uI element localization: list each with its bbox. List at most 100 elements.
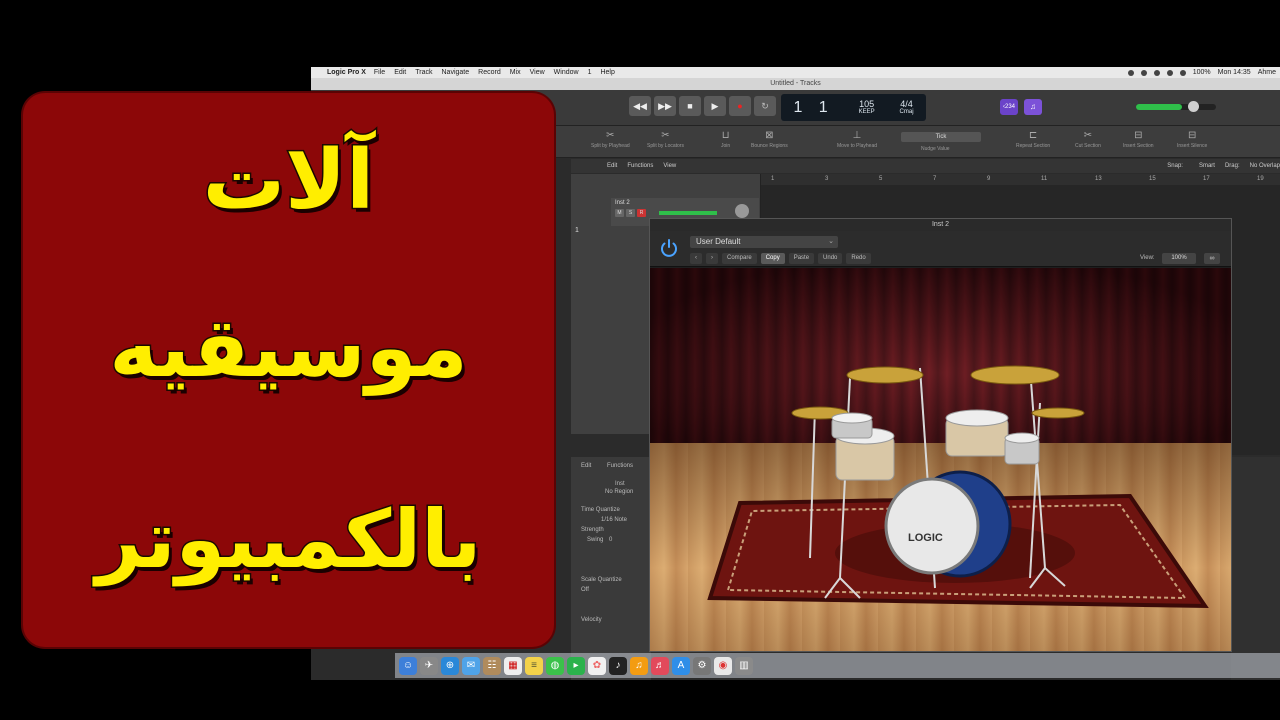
preset-menu[interactable]: User Default ⌄ [690,236,838,248]
ride-cymbal[interactable] [970,365,1060,385]
swing-value[interactable]: 0 [609,537,612,543]
move-icon: ⊥ [852,130,862,141]
move-playhead-tool[interactable]: ⊥ Move to Playhead [837,130,877,149]
menubar-clock[interactable]: Mon 14:35 [1218,69,1251,76]
inspector-functions-menu[interactable]: Functions [607,463,633,469]
lcd-display[interactable]: 1 1 105 KEEP 4/4 Cmaj [781,94,926,121]
stop-button[interactable]: ■ [679,96,701,116]
wifi-icon[interactable] [1153,69,1160,76]
battery-percent[interactable]: 100% [1193,69,1211,76]
repeat-section-tool[interactable]: ⊏ Repeat Section [1016,130,1050,149]
tracks-view-menu[interactable]: View [663,163,676,169]
finder-icon[interactable]: ☺ [399,656,417,675]
record-enable-button[interactable]: R [637,209,646,217]
play-button[interactable]: ▶ [704,96,726,116]
time-quantize-value[interactable]: 1/16 Note [601,517,627,523]
paste-button[interactable]: Paste [788,253,815,264]
prev-preset-button[interactable]: ‹ [690,253,702,264]
redo-button[interactable]: Redo [846,253,871,264]
rewind-button[interactable]: ◀◀ [629,96,651,116]
tool-label: Cut Section [1075,143,1101,149]
master-volume-knob[interactable] [1188,101,1199,112]
timeline-ruler[interactable]: 1 3 5 7 9 11 13 15 17 19 [761,174,1280,185]
nudge-value-tool[interactable]: Nudge Value [921,146,950,152]
split-playhead-tool[interactable]: ✂ Split by Playhead [591,130,630,149]
title-line-3: بالكمبيوتر [94,492,483,588]
power-icon[interactable] [658,237,680,259]
calendar-icon[interactable]: ▦ [504,656,522,675]
master-volume-slider[interactable] [1136,101,1216,112]
splash-cymbal[interactable] [1031,407,1085,419]
mute-button[interactable]: M [615,209,624,217]
forward-button[interactable]: ▶▶ [654,96,676,116]
tool-label: Insert Silence [1177,143,1208,149]
music-icon[interactable]: ♬ [651,656,669,675]
appstore-icon[interactable]: A [672,656,690,675]
photos-icon[interactable]: ✿ [588,656,606,675]
nudge-value-box[interactable]: Tick [901,132,981,142]
notes-icon[interactable]: ≡ [525,656,543,675]
menu-app-name[interactable]: Logic Pro X [327,69,366,76]
next-preset-button[interactable]: › [706,253,718,264]
lcd-tempo-label: KEEP [858,108,875,115]
copy-button[interactable]: Copy [760,253,785,264]
track-pan-knob[interactable] [735,204,749,218]
launchpad-icon[interactable]: ✈ [420,656,438,675]
sync-icon[interactable] [1140,69,1147,76]
mail-icon[interactable]: ✉ [462,656,480,675]
plugin-header: User Default ⌄ ‹ › Compare Copy Paste Un… [650,231,1231,267]
snap-label: Snap: [1167,163,1183,169]
tracks-functions-menu[interactable]: Functions [627,163,653,169]
inspector-edit-menu[interactable]: Edit [581,463,591,469]
editor-area [1231,457,1280,680]
menu-window[interactable]: Window [554,69,579,76]
flag-icon[interactable] [1179,69,1186,76]
solo-button[interactable]: S [626,209,635,217]
menu-edit[interactable]: Edit [394,69,406,76]
tracks-edit-menu[interactable]: Edit [607,163,617,169]
menu-mix[interactable]: Mix [510,69,521,76]
record-status-icon[interactable] [1127,69,1134,76]
menu-record[interactable]: Record [478,69,501,76]
logic-icon[interactable]: ♪ [609,656,627,675]
insert-silence-tool[interactable]: ⊟ Insert Silence [1177,130,1207,149]
insert-section-tool[interactable]: ⊟ Insert Section [1123,130,1154,149]
bounce-regions-tool[interactable]: ⊠ Bounce Regions [751,130,788,149]
drag-value[interactable]: No Overlap [1250,163,1280,169]
inspector-region: Inst [615,481,625,487]
undo-button[interactable]: Undo [818,253,843,264]
zoom-select[interactable]: 100% [1162,253,1196,264]
compare-button[interactable]: Compare [722,253,757,264]
split-locators-tool[interactable]: ✂ Split by Locators [647,130,684,149]
messages-icon[interactable]: ◍ [546,656,564,675]
track-name[interactable]: Inst 2 [615,200,630,206]
link-icon[interactable]: ∞ [1204,253,1220,264]
join-tool[interactable]: ⊔ Join [721,130,730,149]
track-volume-meter[interactable] [659,211,717,215]
crash-cymbal[interactable] [846,366,924,384]
garageband-icon[interactable]: ♫ [630,656,648,675]
snap-value[interactable]: Smart [1199,163,1215,169]
contacts-icon[interactable]: ☷ [483,656,501,675]
menu-navigate[interactable]: Navigate [442,69,470,76]
menu-view[interactable]: View [530,69,545,76]
menu-file[interactable]: File [374,69,385,76]
record-button[interactable]: ● [729,96,751,116]
safari-icon[interactable]: ⊕ [441,656,459,675]
menu-1[interactable]: 1 [588,69,592,76]
cut-section-tool[interactable]: ✂ Cut Section [1075,130,1101,149]
facetime-icon[interactable]: ▸ [567,656,585,675]
menu-help[interactable]: Help [600,69,614,76]
cycle-button[interactable]: ↻ [754,96,776,116]
kick-drum-head[interactable] [884,477,980,575]
settings-icon[interactable]: ⚙ [693,656,711,675]
volume-icon[interactable] [1166,69,1173,76]
scale-quantize-value[interactable]: Off [581,587,589,593]
cpu-badge[interactable]: ‹234 [1000,99,1018,115]
tuner-icon[interactable]: ♫ [1024,99,1042,115]
menu-track[interactable]: Track [415,69,432,76]
lcd-position: 1 1 [793,98,834,116]
chrome-icon[interactable]: ◉ [714,656,732,675]
menubar-user[interactable]: Ahme [1258,69,1276,76]
trash-icon[interactable]: ▥ [735,656,753,675]
